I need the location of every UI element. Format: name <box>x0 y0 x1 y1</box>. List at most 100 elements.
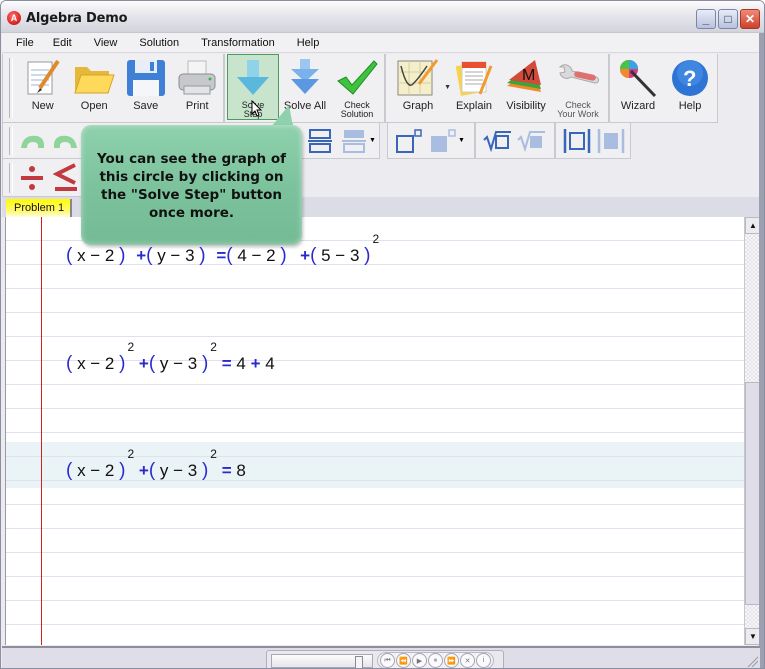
open-button[interactable]: Open <box>68 54 120 120</box>
paren: ( <box>148 353 156 374</box>
window-title: Algebra Demo <box>26 11 128 26</box>
explain-button[interactable]: Explain <box>448 54 500 120</box>
term: 8 <box>236 461 246 480</box>
fast-forward-button[interactable]: ⏩ <box>444 653 459 668</box>
ruled-line <box>6 432 744 433</box>
stop-button[interactable]: ✕ <box>460 653 475 668</box>
paren: ) <box>201 353 209 374</box>
help-button[interactable]: ? Help <box>664 54 716 120</box>
fraction-alt-button[interactable] <box>339 126 369 156</box>
power-dropdown-icon[interactable]: ▼ <box>458 137 465 144</box>
ruled-line <box>6 336 744 337</box>
first-button[interactable]: ⏮ <box>380 653 395 668</box>
equation-line-3[interactable]: ( x − 2 )2 +( y − 3 )2 = 8 <box>66 447 246 482</box>
skip-first-icon: ⏮ <box>384 656 391 664</box>
toolbar-grip[interactable] <box>9 162 13 193</box>
term: y − 3 <box>159 461 198 480</box>
menu-solution[interactable]: Solution <box>139 37 179 49</box>
exponent: 2 <box>127 340 135 354</box>
playback-progress-slider[interactable] <box>271 654 373 668</box>
pause-button[interactable]: ⏸ <box>428 653 443 668</box>
ruled-line <box>6 288 744 289</box>
play-button[interactable]: ▶ <box>412 653 427 668</box>
minimize-button[interactable]: _ <box>696 9 716 29</box>
redo-button[interactable] <box>51 126 81 156</box>
paren: ) <box>119 245 126 266</box>
file-toolbar-group: New Open Save Print <box>2 54 224 123</box>
tools-toolbar-group: Graph ▼ Explain M Visibility Check Your W <box>385 54 609 123</box>
root-toolbar-group <box>475 123 555 159</box>
save-button[interactable]: Save <box>120 54 172 120</box>
playback-controls: ⏮ ⏪ ▶ ⏸ ⏩ ✕ i <box>377 652 494 668</box>
absolute-value-button[interactable] <box>562 126 592 156</box>
solve-all-arrows-icon <box>283 57 327 99</box>
power-alt-button[interactable] <box>428 126 458 156</box>
playback-slider-handle[interactable] <box>355 656 363 668</box>
tutorial-callout: You can see the graph of this circle by … <box>81 125 302 245</box>
fraction-dropdown-icon[interactable]: ▼ <box>369 137 376 144</box>
paren: ) <box>201 460 209 481</box>
explain-notes-icon <box>452 57 496 99</box>
paren: ( <box>226 245 233 266</box>
graph-button[interactable]: Graph ▼ <box>388 54 451 120</box>
fraction-toolbar-group: ▼ <box>292 123 380 159</box>
visibility-button[interactable]: M Visibility <box>500 54 552 120</box>
fraction-button[interactable] <box>305 126 335 156</box>
help-label: Help <box>678 100 702 112</box>
open-folder-icon <box>72 57 116 99</box>
check-solution-button[interactable]: Check Solution <box>331 54 383 120</box>
algebra-app-icon: A <box>7 11 21 25</box>
demo-player: ⏮ ⏪ ▶ ⏸ ⏩ ✕ i <box>266 650 504 668</box>
solve-step-arrow-icon <box>231 58 275 99</box>
print-button[interactable]: Print <box>171 54 223 120</box>
info-button[interactable]: i <box>476 653 491 668</box>
new-document-icon <box>21 57 65 99</box>
menu-help[interactable]: Help <box>297 37 320 49</box>
exponent: 2 <box>210 340 217 354</box>
check-your-work-button[interactable]: Check Your Work <box>552 54 604 120</box>
maximize-button[interactable]: □ <box>718 9 738 29</box>
term: x − 2 <box>77 461 115 480</box>
exponent: 2 <box>210 447 217 461</box>
new-button[interactable]: New <box>17 54 69 120</box>
ruled-line <box>6 600 744 601</box>
equation-line-1[interactable]: ( x − 2 ) +( y − 3 ) =( 4 − 2 )2 +( 5 − … <box>66 232 379 267</box>
operator: + <box>300 246 311 265</box>
menu-view[interactable]: View <box>94 37 118 49</box>
paren: ( <box>66 460 73 481</box>
term: y − 3 <box>157 246 195 265</box>
equation-line-2[interactable]: ( x − 2 )2 +( y − 3 )2 = 4 + 4 <box>66 340 275 375</box>
power-button[interactable] <box>394 126 424 156</box>
wizard-label: Wizard <box>620 100 656 112</box>
absolute-value-alt-button[interactable] <box>596 126 626 156</box>
equals-sign: = <box>216 246 227 265</box>
toolbar-grip[interactable] <box>9 58 13 118</box>
printer-icon <box>175 57 219 99</box>
wizard-wand-icon <box>616 57 660 99</box>
fast-forward-icon: ⏩ <box>447 657 456 665</box>
root-button[interactable] <box>482 126 512 156</box>
menu-file[interactable]: File <box>16 37 34 49</box>
menu-transformation[interactable]: Transformation <box>201 37 275 49</box>
callout-text: You can see the graph of this circle by … <box>96 151 287 221</box>
menu-edit[interactable]: Edit <box>53 37 72 49</box>
explain-label: Explain <box>455 100 493 112</box>
help-toolbar-group: Wizard ? Help <box>609 54 718 123</box>
rewind-button[interactable]: ⏪ <box>396 653 411 668</box>
root-alt-button[interactable] <box>516 126 546 156</box>
check-solution-label: Check Solution <box>341 101 374 119</box>
tab-problem-1[interactable]: Problem 1 <box>6 199 72 217</box>
divide-button[interactable] <box>17 163 47 193</box>
absolute-value-alt-icon <box>597 128 625 153</box>
resize-grip[interactable] <box>746 655 758 667</box>
equation-workspace[interactable]: ( x − 2 ) +( y − 3 ) =( 4 − 2 )2 +( 5 − … <box>5 217 744 645</box>
toolbar-grip[interactable] <box>9 126 13 155</box>
undo-icon <box>21 135 45 148</box>
undo-button[interactable] <box>17 126 47 156</box>
equals-sign: = <box>221 354 232 373</box>
wizard-button[interactable]: Wizard <box>612 54 664 120</box>
paren: ( <box>66 353 73 374</box>
close-button[interactable]: ✕ <box>740 9 760 29</box>
graph-label: Graph <box>402 100 434 112</box>
less-equal-button[interactable] <box>51 162 81 193</box>
